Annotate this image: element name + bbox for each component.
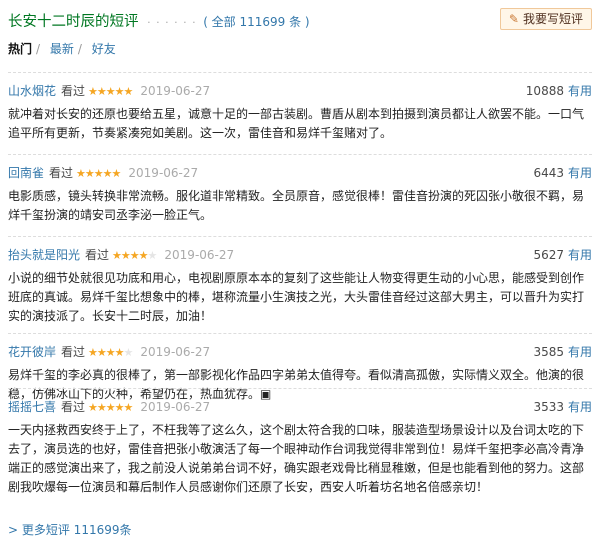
star-icon: ★ bbox=[88, 401, 98, 414]
write-review-button[interactable]: ✎ 我要写短评 bbox=[499, 8, 592, 30]
star-icon: ★ bbox=[123, 401, 134, 414]
star-icon: ★ bbox=[123, 346, 134, 359]
star-icon: ★ bbox=[114, 346, 125, 359]
title-dots: · · · · · · bbox=[147, 16, 197, 29]
review-user-link[interactable]: 摇摇七喜 bbox=[8, 400, 56, 414]
review-content: 电影质感，镜头转换非常流畅。服化道非常精致。全员原音，感觉很棒！雷佳音扮演的死囚… bbox=[8, 189, 585, 222]
tab-friends[interactable]: 好友 bbox=[92, 42, 116, 56]
review-date: 2019-06-27 bbox=[140, 400, 211, 414]
star-icon: ★ bbox=[112, 249, 122, 262]
watched-status: 看过 bbox=[61, 84, 86, 98]
tab-separator: / bbox=[77, 42, 82, 56]
review-user-link[interactable]: 回南雀 bbox=[8, 166, 44, 180]
star-icon: ★ bbox=[129, 249, 140, 262]
review-item: 摇摇七喜 看过 ★★★★★ 2019-06-27 3533 有用 一天内拯救西安终于上了… bbox=[8, 388, 592, 497]
review-item: 山水烟花 看过 ★★★★★ 2019-06-27 10888 有用 就冲着对长安的还原也… bbox=[8, 72, 592, 143]
watched-status: 看过 bbox=[85, 248, 110, 262]
useful-button[interactable]: 有用 bbox=[568, 166, 592, 180]
star-icon: ★ bbox=[111, 167, 122, 180]
useful-button[interactable]: 有用 bbox=[568, 345, 592, 359]
sort-tabs: 热门 / 最新 / 好友 bbox=[8, 40, 116, 57]
vote-count: 3533 有用 bbox=[533, 397, 592, 417]
review-user-link[interactable]: 山水烟花 bbox=[8, 84, 56, 98]
review-meta: 抬头就是阳光 看过 ★★★★★ 2019-06-27 5627 有用 bbox=[8, 245, 592, 265]
review-meta: 山水烟花 看过 ★★★★★ 2019-06-27 10888 有用 bbox=[8, 81, 592, 101]
watched-status: 看过 bbox=[49, 166, 74, 180]
vote-number: 6443 bbox=[533, 166, 564, 180]
vote-number: 10888 bbox=[525, 84, 564, 98]
vote-count: 5627 有用 bbox=[533, 245, 592, 265]
star-icon: ★ bbox=[88, 346, 98, 359]
pencil-icon: ✎ bbox=[508, 12, 519, 26]
star-icon: ★ bbox=[105, 346, 116, 359]
star-icon: ★ bbox=[114, 401, 125, 414]
review-item: 抬头就是阳光 看过 ★★★★★ 2019-06-27 5627 有用 小说的细节处就很见… bbox=[8, 236, 592, 326]
review-meta: 摇摇七喜 看过 ★★★★★ 2019-06-27 3533 有用 bbox=[8, 397, 592, 417]
vote-number: 5627 bbox=[533, 248, 564, 262]
vote-count: 10888 有用 bbox=[526, 81, 592, 101]
review-content: 就冲着对长安的还原也要给五星，诚意十足的一部古装剧。曹盾从剧本到拍摄到演员都让人… bbox=[8, 107, 585, 140]
vote-count: 6443 有用 bbox=[533, 163, 592, 183]
review-date: 2019-06-27 bbox=[140, 84, 211, 98]
vote-number: 3585 bbox=[533, 345, 564, 359]
star-icon: ★ bbox=[105, 85, 116, 98]
star-icon: ★ bbox=[102, 167, 113, 180]
rating-stars: ★★★★★ bbox=[88, 85, 134, 98]
star-icon: ★ bbox=[96, 85, 107, 98]
star-icon: ★ bbox=[105, 401, 116, 414]
review-date: 2019-06-27 bbox=[128, 166, 199, 180]
title-text[interactable]: 长安十二时辰的短评 bbox=[8, 14, 139, 30]
review-date: 2019-06-27 bbox=[164, 248, 235, 262]
star-icon: ★ bbox=[120, 249, 131, 262]
star-icon: ★ bbox=[76, 167, 86, 180]
star-icon: ★ bbox=[96, 346, 107, 359]
review-date: 2019-06-27 bbox=[140, 345, 211, 359]
star-icon: ★ bbox=[138, 249, 149, 262]
vote-number: 3533 bbox=[533, 400, 564, 414]
vote-count: 3585 有用 bbox=[533, 342, 592, 362]
review-content: 一天内拯救西安终于上了，不枉我等了这么久，这个剧太符合我的口味，服装造型场景设计… bbox=[8, 423, 585, 494]
tab-hot[interactable]: 热门 bbox=[8, 42, 32, 56]
star-icon: ★ bbox=[114, 85, 125, 98]
star-icon: ★ bbox=[147, 249, 158, 262]
write-review-label: 我要写短评 bbox=[522, 12, 583, 26]
review-meta: 花开彼岸 看过 ★★★★★ 2019-06-27 3585 有用 bbox=[8, 342, 592, 362]
useful-button[interactable]: 有用 bbox=[568, 400, 592, 414]
review-user-link[interactable]: 抬头就是阳光 bbox=[8, 248, 80, 262]
star-icon: ★ bbox=[93, 167, 104, 180]
review-user-link[interactable]: 花开彼岸 bbox=[8, 345, 56, 359]
reviews-header: 长安十二时辰的短评 · · · · · · ( 全部 111699 条 ) ✎ 我… bbox=[8, 6, 592, 34]
review-meta: 回南雀 看过 ★★★★★ 2019-06-27 6443 有用 bbox=[8, 163, 592, 183]
star-icon: ★ bbox=[123, 85, 134, 98]
watched-status: 看过 bbox=[61, 400, 86, 414]
star-icon: ★ bbox=[96, 401, 107, 414]
rating-stars: ★★★★★ bbox=[76, 167, 122, 180]
rating-stars: ★★★★★ bbox=[88, 346, 134, 359]
total-count-link[interactable]: ( 全部 111699 条 ) bbox=[203, 15, 309, 29]
useful-button[interactable]: 有用 bbox=[568, 84, 592, 98]
tab-latest[interactable]: 最新 bbox=[50, 42, 74, 56]
star-icon: ★ bbox=[84, 167, 95, 180]
tab-separator: / bbox=[36, 42, 41, 56]
review-item: 回南雀 看过 ★★★★★ 2019-06-27 6443 有用 电影质感，镜头转换非常流… bbox=[8, 154, 592, 225]
rating-stars: ★★★★★ bbox=[88, 401, 134, 414]
watched-status: 看过 bbox=[61, 345, 86, 359]
review-content: 小说的细节处就很见功底和用心，电视剧原原本本的复刻了这些能让人物变得更生动的小心… bbox=[8, 271, 585, 323]
rating-stars: ★★★★★ bbox=[112, 249, 158, 262]
star-icon: ★ bbox=[88, 85, 98, 98]
page-title: 长安十二时辰的短评 · · · · · · ( 全部 111699 条 ) bbox=[8, 10, 310, 31]
more-reviews-link[interactable]: > 更多短评 111699条 bbox=[8, 521, 132, 538]
useful-button[interactable]: 有用 bbox=[568, 248, 592, 262]
